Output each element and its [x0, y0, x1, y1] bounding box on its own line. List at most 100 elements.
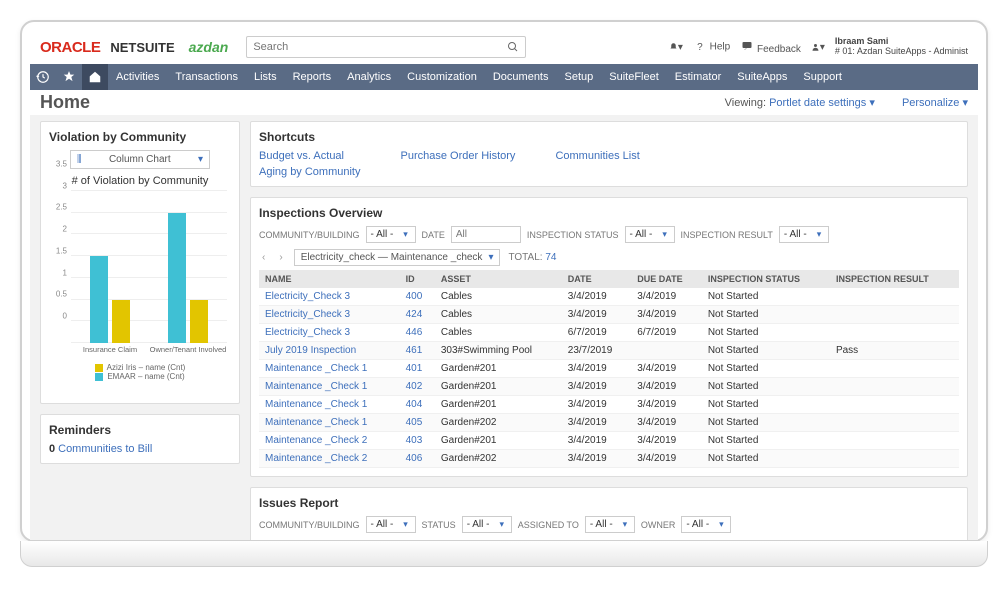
col-header[interactable]: INSPECTION STATUS — [702, 270, 830, 288]
col-header[interactable]: ASSET — [435, 270, 562, 288]
cell[interactable]: 401 — [400, 360, 435, 378]
nav-activities[interactable]: Activities — [108, 64, 167, 90]
cell: 3/4/2019 — [562, 432, 632, 450]
reminders-title: Reminders — [49, 423, 231, 437]
nav-estimator[interactable]: Estimator — [667, 64, 729, 90]
cell: Cables — [435, 306, 562, 324]
nav-analytics[interactable]: Analytics — [339, 64, 399, 90]
feedback-icon — [740, 39, 754, 53]
result-filter[interactable]: - All -▾ — [779, 226, 829, 243]
reminder-item[interactable]: 0Communities to Bill — [49, 443, 231, 455]
home-icon[interactable] — [82, 64, 108, 90]
nav-suiteapps[interactable]: SuiteApps — [729, 64, 795, 90]
cell[interactable]: 403 — [400, 432, 435, 450]
issues-filters: COMMUNITY/BUILDING - All -▾ STATUS - All… — [259, 516, 959, 533]
table-row: Maintenance _Check 1401Garden#2013/4/201… — [259, 360, 959, 378]
nav-reports[interactable]: Reports — [285, 64, 340, 90]
cell: Not Started — [702, 306, 830, 324]
cell: Garden#202 — [435, 450, 562, 468]
help-link[interactable]: ? Help — [693, 40, 730, 54]
cell: Not Started — [702, 414, 830, 432]
search-input[interactable] — [253, 41, 507, 53]
star-icon[interactable] — [56, 64, 82, 90]
col-header[interactable]: DATE — [562, 270, 632, 288]
laptop-frame: ORACLE NETSUITE azdan ▾ ? Help Feedback … — [20, 20, 988, 542]
cell[interactable]: 424 — [400, 306, 435, 324]
cell: Not Started — [702, 288, 830, 306]
chart-legend: Azizi Iris – name (Cnt) EMAAR – name (Cn… — [49, 363, 231, 381]
nav-lists[interactable]: Lists — [246, 64, 285, 90]
title-bar: Home Viewing: Portlet date settings ▾ Pe… — [30, 90, 978, 115]
issues-assigned-filter[interactable]: - All -▾ — [585, 516, 635, 533]
issues-cb-filter[interactable]: - All -▾ — [366, 516, 416, 533]
violation-portlet: Violation by Community ⫼Column Chart▾ # … — [40, 121, 240, 404]
cb-filter[interactable]: - All -▾ — [366, 226, 416, 243]
cell: Garden#201 — [435, 378, 562, 396]
nav-documents[interactable]: Documents — [485, 64, 557, 90]
cell: Not Started — [702, 432, 830, 450]
cell[interactable]: Maintenance _Check 1 — [259, 414, 400, 432]
feedback-link[interactable]: Feedback — [740, 39, 801, 55]
cell[interactable]: 400 — [400, 288, 435, 306]
cell: Not Started — [702, 324, 830, 342]
cell: 3/4/2019 — [631, 396, 702, 414]
cell[interactable]: 446 — [400, 324, 435, 342]
user-icon[interactable]: ▾ — [811, 40, 825, 54]
prev-page[interactable]: ‹ — [259, 252, 268, 263]
next-page[interactable]: › — [276, 252, 285, 263]
cell[interactable]: 461 — [400, 342, 435, 360]
issues-title: Issues Report — [259, 496, 959, 510]
cell[interactable]: Maintenance _Check 1 — [259, 396, 400, 414]
status-filter[interactable]: - All -▾ — [625, 226, 675, 243]
nav-transactions[interactable]: Transactions — [167, 64, 246, 90]
col-header[interactable]: INSPECTION RESULT — [830, 270, 959, 288]
cell[interactable]: 404 — [400, 396, 435, 414]
cell[interactable]: 402 — [400, 378, 435, 396]
cell[interactable]: Maintenance _Check 2 — [259, 432, 400, 450]
cell: 3/4/2019 — [562, 378, 632, 396]
help-icon: ? — [693, 40, 707, 54]
cell[interactable]: Maintenance _Check 2 — [259, 450, 400, 468]
shortcut-link[interactable]: Communities List — [555, 150, 639, 162]
col-header[interactable]: ID — [400, 270, 435, 288]
issues-status-filter[interactable]: - All -▾ — [462, 516, 512, 533]
issues-owner-filter[interactable]: - All -▾ — [681, 516, 731, 533]
cell: Not Started — [702, 450, 830, 468]
cell: Not Started — [702, 378, 830, 396]
date-filter[interactable]: All — [451, 226, 521, 243]
user-info: Ibraam Sami # 01: Azdan SuiteApps - Admi… — [835, 37, 968, 57]
range-select[interactable]: Electricity_check — Maintenance _check▾ — [294, 249, 501, 266]
col-header[interactable]: NAME — [259, 270, 400, 288]
cell[interactable]: Maintenance _Check 1 — [259, 378, 400, 396]
chart-type-select[interactable]: ⫼Column Chart▾ — [70, 150, 210, 169]
cell[interactable]: Electricity_Check 3 — [259, 288, 400, 306]
nav-suitefleet[interactable]: SuiteFleet — [601, 64, 667, 90]
col-header[interactable]: DUE DATE — [631, 270, 702, 288]
inspections-table: NAMEIDASSETDATEDUE DATEINSPECTION STATUS… — [259, 270, 959, 468]
nav-customization[interactable]: Customization — [399, 64, 485, 90]
cell: 3/4/2019 — [562, 396, 632, 414]
cell: Not Started — [702, 396, 830, 414]
nav-setup[interactable]: Setup — [557, 64, 602, 90]
cell — [830, 324, 959, 342]
viewing-link[interactable]: Viewing: Portlet date settings ▾ — [713, 97, 875, 109]
cell[interactable]: 406 — [400, 450, 435, 468]
screen: ORACLE NETSUITE azdan ▾ ? Help Feedback … — [30, 30, 978, 540]
table-row: Maintenance _Check 2403Garden#2013/4/201… — [259, 432, 959, 450]
cell[interactable]: Electricity_Check 3 — [259, 324, 400, 342]
shortcut-link[interactable]: Purchase Order History — [401, 150, 516, 162]
global-search[interactable] — [246, 36, 526, 58]
search-icon — [507, 41, 519, 53]
cell: Cables — [435, 324, 562, 342]
personalize-link[interactable]: Personalize ▾ — [890, 97, 968, 109]
notifications-icon[interactable]: ▾ — [669, 40, 683, 54]
cell[interactable]: Maintenance _Check 1 — [259, 360, 400, 378]
cell[interactable]: 405 — [400, 414, 435, 432]
cell[interactable]: Electricity_Check 3 — [259, 306, 400, 324]
shortcut-link[interactable]: Aging by Community — [259, 166, 361, 178]
cell: 3/4/2019 — [631, 360, 702, 378]
cell[interactable]: July 2019 Inspection — [259, 342, 400, 360]
history-icon[interactable] — [30, 64, 56, 90]
nav-support[interactable]: Support — [795, 64, 850, 90]
shortcut-link[interactable]: Budget vs. Actual — [259, 150, 361, 162]
